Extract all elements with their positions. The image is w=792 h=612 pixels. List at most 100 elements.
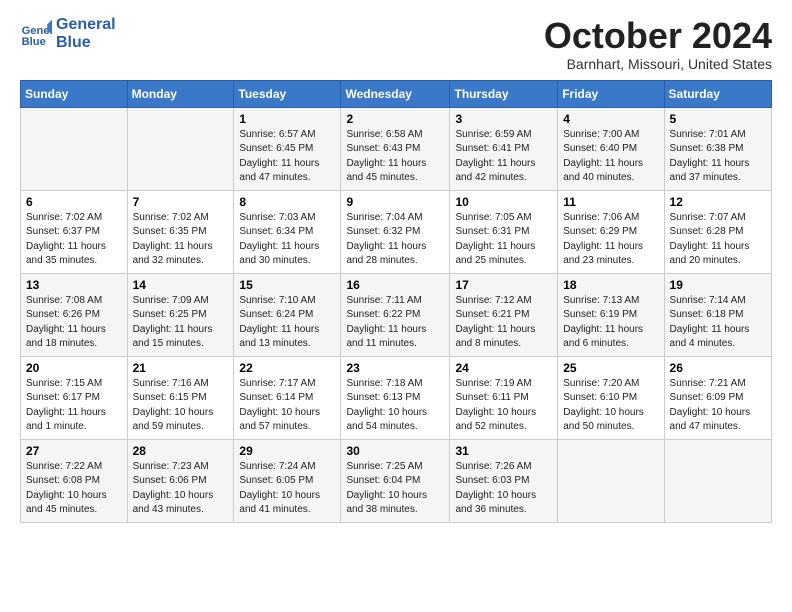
day-number: 19 xyxy=(670,278,766,292)
day-info: Sunrise: 7:20 AM Sunset: 6:10 PM Dayligh… xyxy=(563,377,658,435)
day-number: 13 xyxy=(26,278,122,292)
page-header: General Blue General Blue October 2024 B… xyxy=(20,16,772,72)
day-info: Sunrise: 7:13 AM Sunset: 6:19 PM Dayligh… xyxy=(563,294,658,352)
calendar-cell: 2 Sunrise: 6:58 AM Sunset: 6:43 PM Daylig… xyxy=(341,107,450,190)
calendar-cell: 27 Sunrise: 7:22 AM Sunset: 6:08 PM Dayli… xyxy=(21,439,128,522)
day-info: Sunrise: 7:24 AM Sunset: 6:05 PM Dayligh… xyxy=(239,460,335,518)
day-number: 18 xyxy=(563,278,658,292)
calendar-cell: 8 Sunrise: 7:03 AM Sunset: 6:34 PM Daylig… xyxy=(234,190,341,273)
calendar-cell: 26 Sunrise: 7:21 AM Sunset: 6:09 PM Dayli… xyxy=(664,356,771,439)
day-info: Sunrise: 7:14 AM Sunset: 6:18 PM Dayligh… xyxy=(670,294,766,352)
day-number: 31 xyxy=(455,444,552,458)
day-info: Sunrise: 7:08 AM Sunset: 6:26 PM Dayligh… xyxy=(26,294,122,352)
calendar-cell: 3Sunrise: 6:59 AM Sunset: 6:41 PM Daylig… xyxy=(450,107,558,190)
day-info: Sunrise: 7:07 AM Sunset: 6:28 PM Dayligh… xyxy=(670,211,766,269)
day-number: 7 xyxy=(133,195,229,209)
day-info: Sunrise: 7:09 AM Sunset: 6:25 PM Dayligh… xyxy=(133,294,229,352)
day-info: Sunrise: 7:21 AM Sunset: 6:09 PM Dayligh… xyxy=(670,377,766,435)
day-info: Sunrise: 7:03 AM Sunset: 6:34 PM Dayligh… xyxy=(239,211,335,269)
svg-text:Blue: Blue xyxy=(22,36,46,48)
col-header-sunday: Sunday xyxy=(21,80,128,107)
calendar-cell: 5 Sunrise: 7:01 AM Sunset: 6:38 PM Daylig… xyxy=(664,107,771,190)
day-number: 5 xyxy=(670,112,766,126)
day-number: 30 xyxy=(346,444,444,458)
calendar-cell: 28 Sunrise: 7:23 AM Sunset: 6:06 PM Dayli… xyxy=(127,439,234,522)
day-info: Sunrise: 7:06 AM Sunset: 6:29 PM Dayligh… xyxy=(563,211,658,269)
calendar-cell: 16Sunrise: 7:11 AM Sunset: 6:22 PM Dayli… xyxy=(341,273,450,356)
day-number: 14 xyxy=(133,278,229,292)
week-row-5: 27 Sunrise: 7:22 AM Sunset: 6:08 PM Dayli… xyxy=(21,439,772,522)
day-number: 9 xyxy=(346,195,444,209)
calendar-cell: 7Sunrise: 7:02 AM Sunset: 6:35 PM Daylig… xyxy=(127,190,234,273)
calendar-cell xyxy=(21,107,128,190)
day-number: 27 xyxy=(26,444,122,458)
calendar-cell: 17Sunrise: 7:12 AM Sunset: 6:21 PM Dayli… xyxy=(450,273,558,356)
day-info: Sunrise: 6:57 AM Sunset: 6:45 PM Dayligh… xyxy=(239,128,335,186)
day-info: Sunrise: 7:17 AM Sunset: 6:14 PM Dayligh… xyxy=(239,377,335,435)
calendar-cell: 14 Sunrise: 7:09 AM Sunset: 6:25 PM Dayli… xyxy=(127,273,234,356)
col-header-monday: Monday xyxy=(127,80,234,107)
day-number: 2 xyxy=(346,112,444,126)
calendar-cell: 23Sunrise: 7:18 AM Sunset: 6:13 PM Dayli… xyxy=(341,356,450,439)
calendar-cell: 1 Sunrise: 6:57 AM Sunset: 6:45 PM Daylig… xyxy=(234,107,341,190)
day-number: 26 xyxy=(670,361,766,375)
day-info: Sunrise: 6:59 AM Sunset: 6:41 PM Dayligh… xyxy=(455,128,552,186)
logo-icon: General Blue xyxy=(20,18,52,50)
day-info: Sunrise: 7:11 AM Sunset: 6:22 PM Dayligh… xyxy=(346,294,444,352)
calendar-cell: 4 Sunrise: 7:00 AM Sunset: 6:40 PM Daylig… xyxy=(558,107,664,190)
title-block: October 2024 Barnhart, Missouri, United … xyxy=(544,16,772,72)
calendar-cell: 20Sunrise: 7:15 AM Sunset: 6:17 PM Dayli… xyxy=(21,356,128,439)
calendar-cell: 19 Sunrise: 7:14 AM Sunset: 6:18 PM Dayli… xyxy=(664,273,771,356)
week-row-2: 6 Sunrise: 7:02 AM Sunset: 6:37 PM Daylig… xyxy=(21,190,772,273)
calendar-cell: 22 Sunrise: 7:17 AM Sunset: 6:14 PM Dayli… xyxy=(234,356,341,439)
day-info: Sunrise: 7:19 AM Sunset: 6:11 PM Dayligh… xyxy=(455,377,552,435)
day-info: Sunrise: 7:00 AM Sunset: 6:40 PM Dayligh… xyxy=(563,128,658,186)
calendar-cell: 15Sunrise: 7:10 AM Sunset: 6:24 PM Dayli… xyxy=(234,273,341,356)
day-info: Sunrise: 7:01 AM Sunset: 6:38 PM Dayligh… xyxy=(670,128,766,186)
calendar-cell: 29Sunrise: 7:24 AM Sunset: 6:05 PM Dayli… xyxy=(234,439,341,522)
logo: General Blue General Blue xyxy=(20,16,116,51)
col-header-friday: Friday xyxy=(558,80,664,107)
day-info: Sunrise: 7:04 AM Sunset: 6:32 PM Dayligh… xyxy=(346,211,444,269)
calendar-cell: 31 Sunrise: 7:26 AM Sunset: 6:03 PM Dayli… xyxy=(450,439,558,522)
calendar-cell: 24Sunrise: 7:19 AM Sunset: 6:11 PM Dayli… xyxy=(450,356,558,439)
day-number: 12 xyxy=(670,195,766,209)
day-number: 6 xyxy=(26,195,122,209)
col-header-tuesday: Tuesday xyxy=(234,80,341,107)
calendar-cell: 9 Sunrise: 7:04 AM Sunset: 6:32 PM Daylig… xyxy=(341,190,450,273)
location: Barnhart, Missouri, United States xyxy=(544,56,772,72)
day-info: Sunrise: 7:22 AM Sunset: 6:08 PM Dayligh… xyxy=(26,460,122,518)
day-info: Sunrise: 7:26 AM Sunset: 6:03 PM Dayligh… xyxy=(455,460,552,518)
col-header-wednesday: Wednesday xyxy=(341,80,450,107)
col-header-saturday: Saturday xyxy=(664,80,771,107)
day-number: 15 xyxy=(239,278,335,292)
day-info: Sunrise: 7:25 AM Sunset: 6:04 PM Dayligh… xyxy=(346,460,444,518)
day-number: 1 xyxy=(239,112,335,126)
day-number: 22 xyxy=(239,361,335,375)
day-number: 21 xyxy=(133,361,229,375)
week-row-3: 13 Sunrise: 7:08 AM Sunset: 6:26 PM Dayli… xyxy=(21,273,772,356)
calendar-cell: 13 Sunrise: 7:08 AM Sunset: 6:26 PM Dayli… xyxy=(21,273,128,356)
week-row-4: 20Sunrise: 7:15 AM Sunset: 6:17 PM Dayli… xyxy=(21,356,772,439)
day-info: Sunrise: 7:23 AM Sunset: 6:06 PM Dayligh… xyxy=(133,460,229,518)
logo-text-line2: Blue xyxy=(56,34,116,52)
week-row-1: 1 Sunrise: 6:57 AM Sunset: 6:45 PM Daylig… xyxy=(21,107,772,190)
logo-text-line1: General xyxy=(56,16,116,34)
day-number: 25 xyxy=(563,361,658,375)
day-info: Sunrise: 6:58 AM Sunset: 6:43 PM Dayligh… xyxy=(346,128,444,186)
calendar-cell: 30 Sunrise: 7:25 AM Sunset: 6:04 PM Dayli… xyxy=(341,439,450,522)
calendar-cell xyxy=(558,439,664,522)
calendar-cell: 18 Sunrise: 7:13 AM Sunset: 6:19 PM Dayli… xyxy=(558,273,664,356)
calendar-cell: 12 Sunrise: 7:07 AM Sunset: 6:28 PM Dayli… xyxy=(664,190,771,273)
calendar-cell xyxy=(664,439,771,522)
day-number: 28 xyxy=(133,444,229,458)
day-info: Sunrise: 7:02 AM Sunset: 6:37 PM Dayligh… xyxy=(26,211,122,269)
day-number: 4 xyxy=(563,112,658,126)
day-info: Sunrise: 7:18 AM Sunset: 6:13 PM Dayligh… xyxy=(346,377,444,435)
calendar-cell: 10Sunrise: 7:05 AM Sunset: 6:31 PM Dayli… xyxy=(450,190,558,273)
month-title: October 2024 xyxy=(544,16,772,56)
calendar-header-row: SundayMondayTuesdayWednesdayThursdayFrid… xyxy=(21,80,772,107)
calendar-cell: 6 Sunrise: 7:02 AM Sunset: 6:37 PM Daylig… xyxy=(21,190,128,273)
day-number: 8 xyxy=(239,195,335,209)
calendar-cell xyxy=(127,107,234,190)
